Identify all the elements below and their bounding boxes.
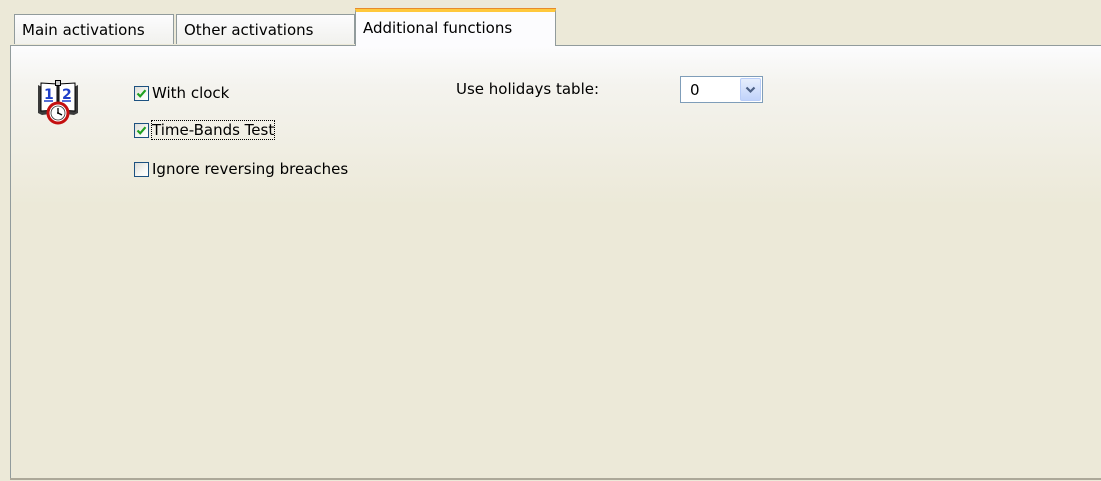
with-clock-option[interactable]: With clock (134, 82, 229, 104)
with-clock-label: With clock (152, 84, 230, 102)
checkmark-icon (136, 125, 147, 135)
checkmark-icon (136, 88, 147, 98)
ignore-reversing-breaches-label: Ignore reversing breaches (152, 160, 349, 178)
tab-panel: 1 2 With clock Time-Bands Test Ignore re… (10, 45, 1101, 480)
tab-additional-functions[interactable]: Additional functions (355, 8, 556, 46)
dialog-root: Main activations Other activations Addit… (0, 0, 1101, 481)
holidays-table-select[interactable]: 0 (680, 76, 763, 103)
tab-label: Additional functions (363, 19, 513, 37)
holidays-table-label: Use holidays table: (456, 80, 600, 98)
calendar-clock-icon: 1 2 (36, 79, 80, 125)
tab-strip: Main activations Other activations Addit… (14, 0, 1101, 46)
panel-bottom-edge (10, 478, 1101, 480)
with-clock-checkbox[interactable] (134, 85, 149, 101)
ignore-reversing-breaches-checkbox[interactable] (134, 161, 149, 177)
ignore-reversing-breaches-option[interactable]: Ignore reversing breaches (134, 158, 348, 180)
tab-label: Main activations (22, 21, 145, 39)
tab-other-activations[interactable]: Other activations (176, 14, 355, 44)
tab-main-activations[interactable]: Main activations (14, 14, 174, 44)
time-bands-test-checkbox[interactable] (134, 122, 149, 138)
tab-label: Other activations (184, 21, 314, 39)
chevron-down-icon (745, 86, 756, 93)
dropdown-button[interactable] (740, 78, 761, 101)
holidays-table-value: 0 (690, 81, 700, 99)
time-bands-test-label: Time-Bands Test (150, 120, 276, 140)
time-bands-test-option[interactable]: Time-Bands Test (134, 119, 276, 141)
